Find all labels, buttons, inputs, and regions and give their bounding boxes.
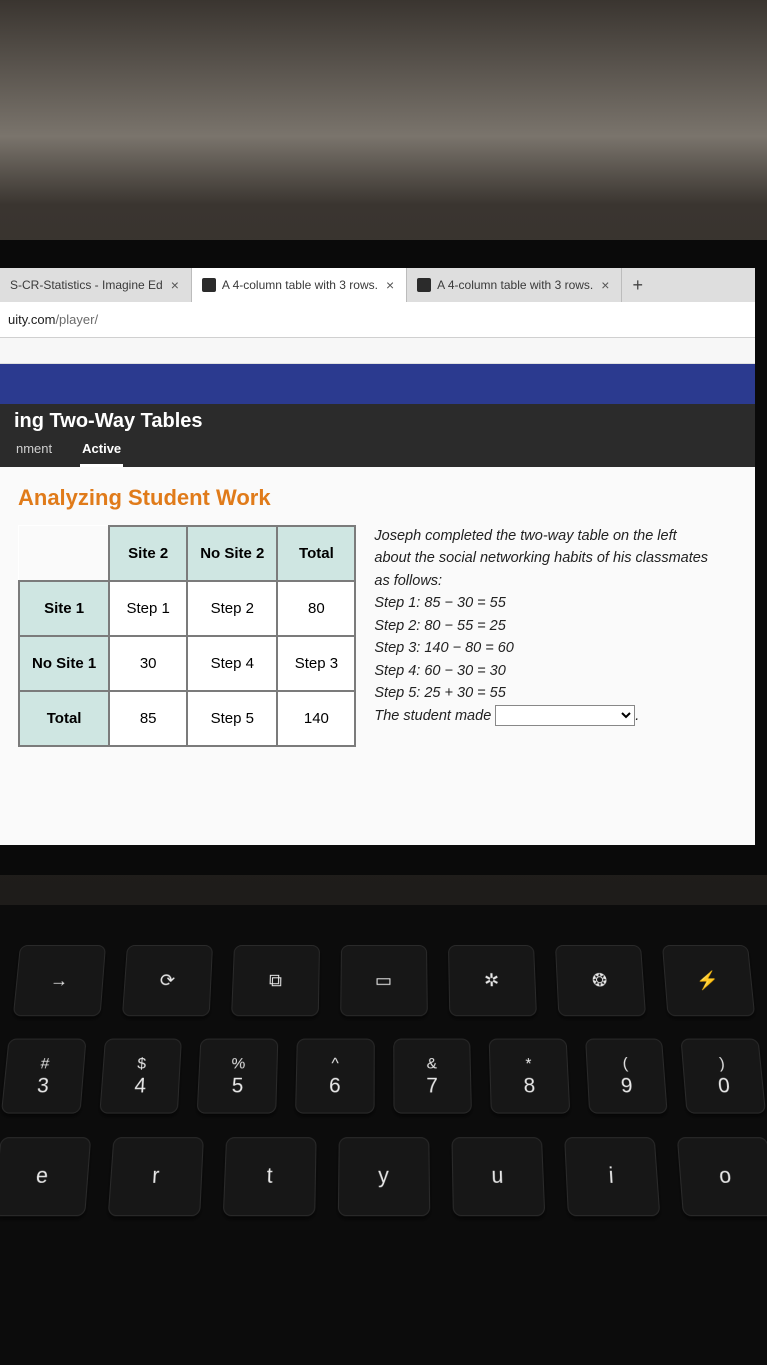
bookmark-bar: [0, 338, 755, 364]
row-header: No Site 1: [19, 636, 109, 691]
step-line: Step 2: 80 − 55 = 25: [374, 615, 714, 637]
laptop-keyboard: → ⟳ ⧉ ▭ ✲ ❂ ⚡ #3 $4 %5 ^6 &7 *8 (9 )0 e …: [0, 905, 767, 1365]
col-header: Total: [277, 526, 355, 581]
keyboard-letter-row: e r t y u i o: [0, 1137, 767, 1216]
table-cell: 140: [277, 691, 355, 746]
table-cell: Step 4: [187, 636, 277, 691]
address-bar[interactable]: uity.com/player/: [0, 302, 755, 338]
key-o[interactable]: o: [676, 1137, 767, 1216]
keyboard-fn-row: → ⟳ ⧉ ▭ ✲ ❂ ⚡: [11, 945, 756, 1016]
lesson-tab-assignment[interactable]: nment: [14, 437, 54, 467]
step-line: Step 4: 60 − 30 = 30: [374, 660, 714, 682]
key-y[interactable]: y: [337, 1137, 429, 1216]
key-0[interactable]: )0: [681, 1039, 766, 1114]
table-cell: Step 3: [277, 636, 355, 691]
key-9[interactable]: (9: [585, 1039, 668, 1114]
close-icon[interactable]: ×: [599, 277, 611, 293]
key-arrow-right[interactable]: →: [12, 945, 105, 1016]
col-header: No Site 2: [187, 526, 277, 581]
table-cell: 30: [109, 636, 187, 691]
address-domain: uity.com: [8, 312, 55, 327]
table-row: Site 1 Step 1 Step 2 80: [19, 581, 355, 636]
step-line: Step 3: 140 − 80 = 60: [374, 637, 714, 659]
key-e[interactable]: e: [0, 1137, 91, 1216]
table-cell: Step 5: [187, 691, 277, 746]
app-header-bar: [0, 364, 755, 404]
browser-tabstrip: S-CR-Statistics - Imagine Ed × A 4-colum…: [0, 268, 755, 302]
tab-title: A 4-column table with 3 rows.: [437, 278, 593, 292]
key-3[interactable]: #3: [1, 1039, 86, 1114]
laptop-screen: S-CR-Statistics - Imagine Ed × A 4-colum…: [0, 240, 767, 875]
favicon-icon: [417, 278, 431, 292]
explanation-panel: Joseph completed the two-way table on th…: [374, 525, 714, 727]
section-title: Analyzing Student Work: [18, 485, 737, 511]
favicon-icon: [202, 278, 216, 292]
two-way-table: Site 2 No Site 2 Total Site 1 Step 1 Ste…: [18, 525, 356, 747]
key-t[interactable]: t: [222, 1137, 316, 1216]
col-header: Site 2: [109, 526, 187, 581]
tab-title: S-CR-Statistics - Imagine Ed: [10, 278, 163, 292]
lesson-content: Analyzing Student Work Site 2 No Site 2 …: [0, 467, 755, 875]
step-line: Step 1: 85 − 30 = 55: [374, 592, 714, 614]
key-fn[interactable]: ⚡: [662, 945, 755, 1016]
table-cell: 80: [277, 581, 355, 636]
explanation-lead: Joseph completed the two-way table on th…: [374, 525, 714, 592]
browser-tab-1[interactable]: A 4-column table with 3 rows. ×: [192, 268, 407, 302]
answer-prompt: The student made .: [374, 705, 714, 727]
key-fullscreen[interactable]: ▭: [340, 945, 428, 1016]
table-cell: 85: [109, 691, 187, 746]
prompt-text: The student made: [374, 708, 491, 724]
key-i[interactable]: i: [564, 1137, 660, 1216]
key-overview[interactable]: ⧉: [231, 945, 320, 1016]
lesson-header: ing Two-Way Tables nment Active: [0, 404, 755, 467]
key-8[interactable]: *8: [489, 1039, 570, 1114]
address-path: /player/: [55, 312, 98, 327]
key-r[interactable]: r: [107, 1137, 203, 1216]
new-tab-button[interactable]: +: [622, 275, 653, 296]
key-4[interactable]: $4: [99, 1039, 182, 1114]
close-icon[interactable]: ×: [384, 277, 396, 293]
table-cell: Step 1: [109, 581, 187, 636]
lesson-tab-active[interactable]: Active: [80, 437, 123, 467]
step-line: Step 5: 25 + 30 = 55: [374, 682, 714, 704]
row-header: Site 1: [19, 581, 109, 636]
key-6[interactable]: ^6: [295, 1039, 374, 1114]
key-7[interactable]: &7: [393, 1039, 472, 1114]
key-5[interactable]: %5: [197, 1039, 278, 1114]
table-row: No Site 1 30 Step 4 Step 3: [19, 636, 355, 691]
key-refresh[interactable]: ⟳: [121, 945, 212, 1016]
browser-tab-2[interactable]: A 4-column table with 3 rows. ×: [407, 268, 622, 302]
tab-title: A 4-column table with 3 rows.: [222, 278, 378, 292]
key-brightness-up[interactable]: ❂: [555, 945, 646, 1016]
keyboard-num-row: #3 $4 %5 ^6 &7 *8 (9 )0: [1, 1039, 766, 1114]
lesson-title: ing Two-Way Tables: [14, 410, 741, 433]
table-row: Total 85 Step 5 140: [19, 691, 355, 746]
table-cell: Step 2: [187, 581, 277, 636]
key-brightness-down[interactable]: ✲: [448, 945, 537, 1016]
browser-tab-0[interactable]: S-CR-Statistics - Imagine Ed ×: [0, 268, 192, 302]
row-header: Total: [19, 691, 109, 746]
table-corner: [19, 526, 109, 581]
close-icon[interactable]: ×: [169, 277, 181, 293]
key-u[interactable]: u: [451, 1137, 545, 1216]
lesson-tabs: nment Active: [14, 437, 741, 467]
answer-select[interactable]: [495, 705, 635, 726]
